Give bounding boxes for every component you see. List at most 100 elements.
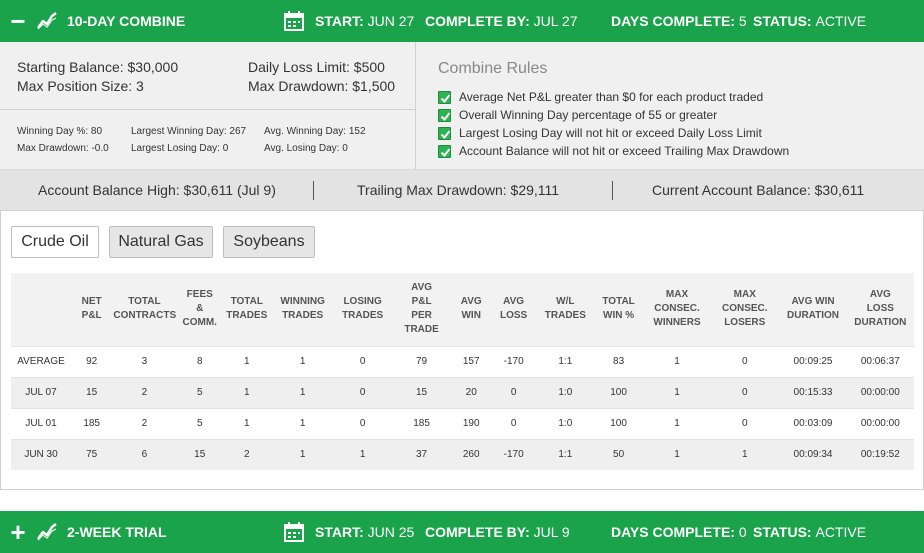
table-cell: 0 [489,376,538,408]
column-header: AVG LOSS DURATION [846,273,914,346]
trial-header[interactable]: + 2-WEEK TRIAL START: JUN 25 COMPLETE BY… [0,511,924,553]
combine-header[interactable]: − 10-DAY COMBINE START: JUN 27 COMPLETE … [0,0,924,42]
column-header: AVG P&L PER TRADE [390,273,453,346]
column-header-line: DURATION [854,317,907,329]
table-cell: 15 [390,376,453,408]
trailing-max-drawdown: Trailing Max Drawdown: $29,111 [357,182,560,198]
expand-icon[interactable]: + [9,511,27,553]
rules-title: Combine Rules [438,60,548,77]
account-limits: Starting Balance: $30,000 Max Position S… [0,42,416,110]
status-value: ACTIVE [815,13,867,29]
table-cell: 00:09:34 [779,438,847,470]
table-cell: 5 [176,407,223,439]
tab-soybeans[interactable]: Soybeans [223,226,315,258]
account-parameters: Starting Balance: $30,000 Max Position S… [0,42,416,170]
column-header-line: MAX [665,289,689,301]
table-cell: 1 [223,345,271,377]
column-header-line: LOSERS [724,317,766,329]
table-cell: 1:1 [537,438,594,470]
days-value: 5 [738,13,747,29]
calendar-icon [284,522,304,542]
column-header: MAX CONSEC. WINNERS [643,273,711,346]
combine-summary: Starting Balance: $30,000 Max Position S… [0,42,924,170]
table-cell: 8 [176,345,223,377]
table-cell: 0 [334,376,391,408]
column-header-line: NET [81,296,102,308]
column-header: TOTAL WIN % [593,273,644,346]
column-header-line: LOSS [500,310,528,322]
column-header-line: TOTAL [230,296,263,308]
table-cell: 0 [334,345,391,377]
checkbox-checked-icon [438,90,451,104]
current-account-balance: Current Account Balance: $30,611 [652,182,865,198]
row-label: JUN 30 [11,438,71,470]
complete-value: JUL 9 [533,524,570,540]
table-cell: 1 [643,345,711,377]
tab-natural-gas[interactable]: Natural Gas [109,226,213,258]
table-cell: 185 [390,407,453,439]
start-value: JUN 25 [367,524,415,540]
days-label: DAYS COMPLETE: [611,524,735,540]
column-header-line: PER [411,310,432,322]
column-header-line: AVG [503,296,525,308]
table-cell: 1:1 [537,345,594,377]
table-cell: 50 [593,438,644,470]
max-position-size: Max Position Size: 3 [17,78,144,94]
complete-label: COMPLETE BY: [425,13,530,29]
table-cell: 92 [70,345,113,377]
column-header-line: WINNERS [653,317,701,329]
table-cell: 185 [70,407,113,439]
table-cell: 157 [452,345,490,377]
balance-bar: Account Balance High: $30,611 (Jul 9) Tr… [0,170,924,211]
rule-item: Account Balance will not hit or exceed T… [438,144,789,158]
collapse-icon[interactable]: − [9,0,27,42]
checkbox-checked-icon [438,144,451,158]
status-label: STATUS: [753,524,812,540]
days-label: DAYS COMPLETE: [611,13,735,29]
winning-day-pct: Winning Day %: 80 [17,126,103,137]
table-cell: 20 [452,376,490,408]
table-cell: 00:00:00 [846,407,914,439]
status: STATUS: ACTIVE [753,511,866,553]
table-cell: 00:09:25 [779,345,847,377]
start-date: START: JUN 27 [315,0,414,42]
table-cell: 1:0 [537,407,594,439]
combine-title: 10-DAY COMBINE [67,13,186,29]
stats-table: NET P&L TOTAL CONTRACTS FEES & COMM. TOTAL TRADE… [11,273,914,470]
complete-by: COMPLETE BY: JUL 9 [425,511,570,553]
start-date: START: JUN 25 [315,511,414,553]
column-header: AVG WIN DURATION [779,273,847,346]
tab-crude-oil[interactable]: Crude Oil [11,226,99,258]
rule-text: Account Balance will not hit or exceed T… [459,144,790,158]
days-value: 0 [738,524,747,540]
start-value: JUN 27 [367,13,415,29]
rule-item: Average Net P&L greater than $0 for each… [438,90,763,104]
divider [313,181,314,200]
table-cell: 100 [593,407,644,439]
table-cell: 0 [710,407,780,439]
checkbox-checked-icon [438,126,451,140]
table-cell: -170 [489,345,538,377]
column-header-line: LOSING [343,296,382,308]
table-cell: 1 [710,438,780,470]
daily-loss-limit: Daily Loss Limit: $500 [248,59,385,75]
table-cell: 1 [334,438,391,470]
table-cell: 1 [643,376,711,408]
max-drawdown: Max Drawdown: $1,500 [248,78,396,94]
table-cell: 2 [112,376,177,408]
average-row: AVERAGE 92 3 8 1 1 0 79 157 -170 1:1 83 1 0 00:09:25 00… [11,345,914,377]
calendar-icon [284,11,304,31]
column-header-line: WIN % [603,310,635,322]
column-header-line: COMM. [182,317,217,329]
column-header-line: TRADES [226,310,268,322]
column-header-line: CONTRACTS [113,310,177,322]
rule-item: Overall Winning Day percentage of 55 or … [438,108,717,122]
column-header: LOSING TRADES [334,273,391,346]
column-header-line: AVG [869,289,891,301]
column-header: WINNING TRADES [270,273,335,346]
rule-text: Average Net P&L greater than $0 for each… [459,90,764,104]
rule-item: Largest Losing Day will not hit or excee… [438,126,762,140]
table-cell: 1:0 [537,376,594,408]
avg-losing-day: Avg. Losing Day: 0 [264,143,348,154]
table-cell: 6 [112,438,177,470]
